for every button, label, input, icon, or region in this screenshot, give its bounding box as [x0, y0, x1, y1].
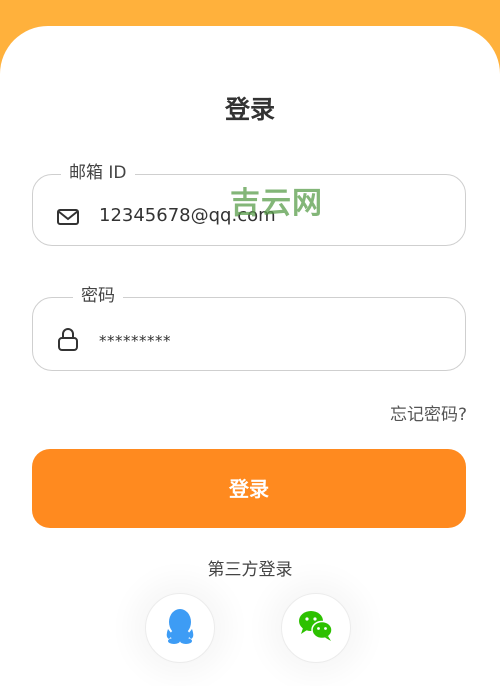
wechat-icon — [297, 609, 335, 647]
login-button[interactable]: 登录 — [32, 449, 466, 528]
lock-icon — [55, 326, 81, 352]
forgot-password-link[interactable]: 忘记密码? — [390, 400, 467, 425]
mail-icon — [55, 204, 81, 230]
password-value: ********* — [99, 332, 171, 350]
page-title: 登录 — [224, 95, 275, 124]
login-card: 登录 邮箱 ID 12345678@qq.com 吉云网 密码 ********… — [0, 26, 500, 686]
qq-login-button[interactable] — [145, 593, 215, 663]
email-field-label: 邮箱 ID — [61, 162, 135, 184]
qq-icon — [163, 607, 197, 649]
password-field-label: 密码 — [73, 285, 123, 307]
watermark-logo: 吉云网 — [230, 186, 323, 221]
password-field[interactable]: 密码 ********* — [32, 285, 466, 371]
wechat-login-button[interactable] — [281, 593, 351, 663]
third-party-login-title: 第三方登录 — [207, 560, 293, 580]
